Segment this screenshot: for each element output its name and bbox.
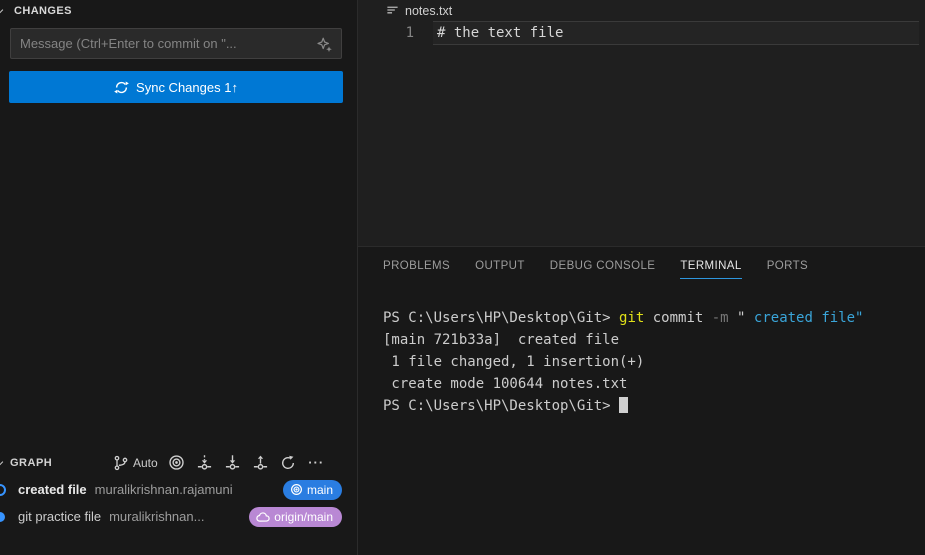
- terminal-output[interactable]: PS C:\Users\HP\Desktop\Git> git commit -…: [383, 307, 917, 417]
- source-control-sidebar: CHANGES Sync Changes 1↑ GRAPH: [0, 0, 358, 555]
- editor-tab-label: notes.txt: [405, 4, 452, 18]
- branch-badge-origin-main[interactable]: origin/main: [249, 507, 342, 527]
- changes-section-header[interactable]: CHANGES: [0, 0, 357, 22]
- tab-problems[interactable]: PROBLEMS: [383, 260, 450, 279]
- editor-line[interactable]: 1 # the text file: [358, 21, 925, 45]
- panel-tabs: PROBLEMS OUTPUT DEBUG CONSOLE TERMINAL PORTS: [383, 260, 808, 279]
- graph-toolbar: Auto: [111, 449, 326, 476]
- commit-message: created file: [18, 482, 87, 497]
- commit-message: git practice file: [18, 509, 101, 524]
- branch-badge-label: origin/main: [274, 510, 333, 524]
- graph-rows: created file muralikrishnan.rajamuni main g…: [0, 476, 358, 530]
- sync-changes-button[interactable]: Sync Changes 1↑: [9, 71, 343, 103]
- cloud-icon: [256, 511, 270, 523]
- commit-author: muralikrishnan...: [109, 509, 204, 524]
- text-file-icon: [386, 4, 399, 17]
- git-push-icon[interactable]: [251, 453, 270, 472]
- graph-auto-label: Auto: [133, 456, 158, 470]
- tab-output[interactable]: OUTPUT: [475, 260, 525, 279]
- graph-header-label: GRAPH: [10, 457, 52, 469]
- git-pull-icon[interactable]: [223, 453, 242, 472]
- graph-commit-row[interactable]: created file muralikrishnan.rajamuni main: [0, 476, 358, 503]
- terminal-line: 1 file changed, 1 insertion(+): [383, 351, 917, 373]
- changes-header-label: CHANGES: [14, 5, 72, 17]
- bottom-panel: PROBLEMS OUTPUT DEBUG CONSOLE TERMINAL PORTS…: [358, 246, 925, 555]
- terminal-cursor: [619, 397, 628, 413]
- sync-icon: [114, 80, 129, 95]
- target-icon: [290, 483, 303, 496]
- tab-terminal[interactable]: TERMINAL: [680, 260, 741, 279]
- branch-badge-label: main: [307, 483, 333, 497]
- more-actions-icon[interactable]: ···: [307, 453, 326, 472]
- terminal-line: PS C:\Users\HP\Desktop\Git>: [383, 395, 917, 417]
- git-fetch-icon[interactable]: [195, 453, 214, 472]
- commit-message-box: [10, 28, 342, 59]
- sync-changes-label: Sync Changes 1↑: [136, 80, 238, 95]
- terminal-line: PS C:\Users\HP\Desktop\Git> git commit -…: [383, 307, 917, 329]
- line-content: # the text file: [433, 21, 919, 45]
- graph-auto-toggle[interactable]: Auto: [111, 453, 158, 472]
- refresh-icon[interactable]: [279, 453, 298, 472]
- commit-dot-icon: [0, 512, 5, 522]
- graph-section-header[interactable]: GRAPH Auto: [0, 449, 358, 476]
- branch-badge-main[interactable]: main: [283, 480, 342, 500]
- target-icon[interactable]: [167, 453, 186, 472]
- editor-tab-notes[interactable]: notes.txt: [358, 0, 925, 21]
- tab-ports[interactable]: PORTS: [767, 260, 808, 279]
- graph-commit-row[interactable]: git practice file muralikrishnan... origin…: [0, 503, 358, 530]
- commit-author: muralikrishnan.rajamuni: [95, 482, 233, 497]
- tab-debug-console[interactable]: DEBUG CONSOLE: [550, 260, 656, 279]
- chevron-down-icon: [0, 458, 3, 466]
- line-number: 1: [358, 21, 414, 45]
- chevron-down-icon: [0, 6, 3, 14]
- editor-area: notes.txt 1 # the text file: [358, 0, 925, 246]
- copilot-sparkle-icon[interactable]: [316, 36, 334, 54]
- commit-dot-icon: [0, 484, 6, 496]
- git-branch-icon: [111, 453, 130, 472]
- terminal-line: [main 721b33a] created file: [383, 329, 917, 351]
- terminal-line: create mode 100644 notes.txt: [383, 373, 917, 395]
- commit-message-input[interactable]: [11, 29, 341, 58]
